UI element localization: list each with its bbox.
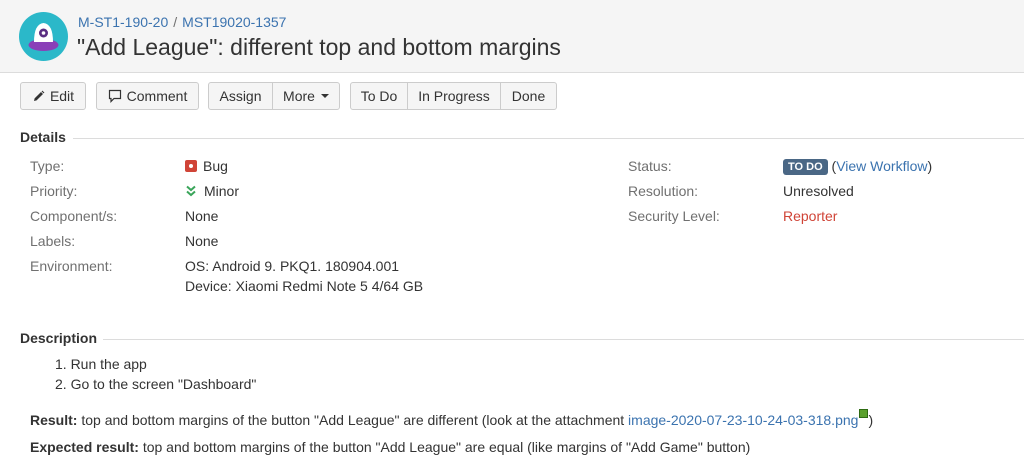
priority-value-text: Minor — [204, 183, 240, 199]
breadcrumb-separator: / — [173, 14, 178, 30]
in-progress-transition-button[interactable]: In Progress — [407, 82, 501, 110]
in-progress-button-label: In Progress — [418, 88, 490, 104]
breadcrumb-issue-key-link[interactable]: MST19020-1357 — [182, 14, 286, 30]
assign-button-label: Assign — [219, 88, 262, 104]
environment-line-os: OS: Android 9. PKQ1. 180904.001 — [185, 258, 400, 274]
result-close-paren: ) — [868, 412, 874, 428]
status-label: Status: — [628, 158, 672, 174]
description-heading[interactable]: Description — [20, 330, 97, 346]
assign-button[interactable]: Assign — [208, 82, 273, 110]
resolution-value: Unresolved — [783, 183, 854, 199]
status-close-paren: ) — [927, 158, 933, 174]
labels-value: None — [185, 233, 219, 249]
security-level-value[interactable]: Reporter — [783, 208, 837, 224]
issue-header: M-ST1-190-20 /MST19020-1357 "Add League":… — [0, 0, 1024, 73]
comment-icon — [108, 89, 122, 103]
security-level-label: Security Level: — [628, 208, 720, 224]
details-heading[interactable]: Details — [20, 129, 66, 145]
list-item: 2. Go to the screen "Dashboard" — [55, 376, 257, 392]
components-label: Component/s: — [30, 208, 118, 224]
environment-line-device: Device: Xiaomi Redmi Note 5 4/64 GB — [185, 278, 424, 294]
comment-button[interactable]: Comment — [96, 82, 199, 110]
expected-result-text: top and bottom margins of the button "Ad… — [138, 439, 751, 455]
issue-title[interactable]: "Add League": different top and bottom m… — [77, 34, 561, 61]
type-value: Bug — [185, 158, 228, 174]
edit-button-label: Edit — [49, 88, 75, 104]
chevron-down-icon — [320, 94, 329, 98]
todo-button-label: To Do — [360, 88, 398, 104]
type-label: Type: — [30, 158, 65, 174]
bug-icon — [185, 160, 197, 172]
steps-list: 1. Run the app 2. Go to the screen "Dash… — [55, 356, 256, 396]
expected-result-paragraph: Expected result: top and bottom margins … — [30, 439, 750, 455]
more-button-label: More — [283, 88, 315, 104]
list-item: 1. Run the app — [55, 356, 147, 372]
project-avatar-icon[interactable] — [19, 12, 68, 61]
details-divider — [73, 138, 1024, 139]
breadcrumb-project-link[interactable]: M-ST1-190-20 — [78, 14, 168, 30]
status-badge: TO DO — [783, 159, 828, 175]
expected-result-label: Expected result: — [30, 439, 139, 455]
todo-transition-button[interactable]: To Do — [350, 82, 408, 110]
priority-label: Priority: — [30, 183, 78, 199]
done-transition-button[interactable]: Done — [500, 82, 557, 110]
environment-label: Environment: — [30, 258, 113, 274]
result-paragraph: Result: top and bottom margins of the bu… — [30, 409, 873, 428]
attachment-link[interactable]: image-2020-07-23-10-24-03-318.png — [628, 412, 858, 428]
breadcrumb: M-ST1-190-20 /MST19020-1357 — [78, 14, 286, 30]
view-workflow-link[interactable]: View Workflow — [836, 158, 927, 174]
edit-button[interactable]: Edit — [20, 82, 86, 110]
result-text: top and bottom margins of the button "Ad… — [77, 412, 629, 428]
comment-button-label: Comment — [126, 88, 188, 104]
type-value-text: Bug — [203, 158, 228, 174]
resolution-label: Resolution: — [628, 183, 699, 199]
description-divider — [103, 339, 1024, 340]
status-value: TO DO (View Workflow) — [783, 158, 932, 175]
result-label: Result: — [30, 412, 78, 428]
components-value: None — [185, 208, 219, 224]
priority-value: Minor — [185, 183, 239, 199]
more-button[interactable]: More — [272, 82, 340, 110]
done-button-label: Done — [511, 88, 546, 104]
labels-label: Labels: — [30, 233, 76, 249]
pencil-icon — [32, 90, 45, 103]
priority-minor-icon — [185, 184, 197, 197]
